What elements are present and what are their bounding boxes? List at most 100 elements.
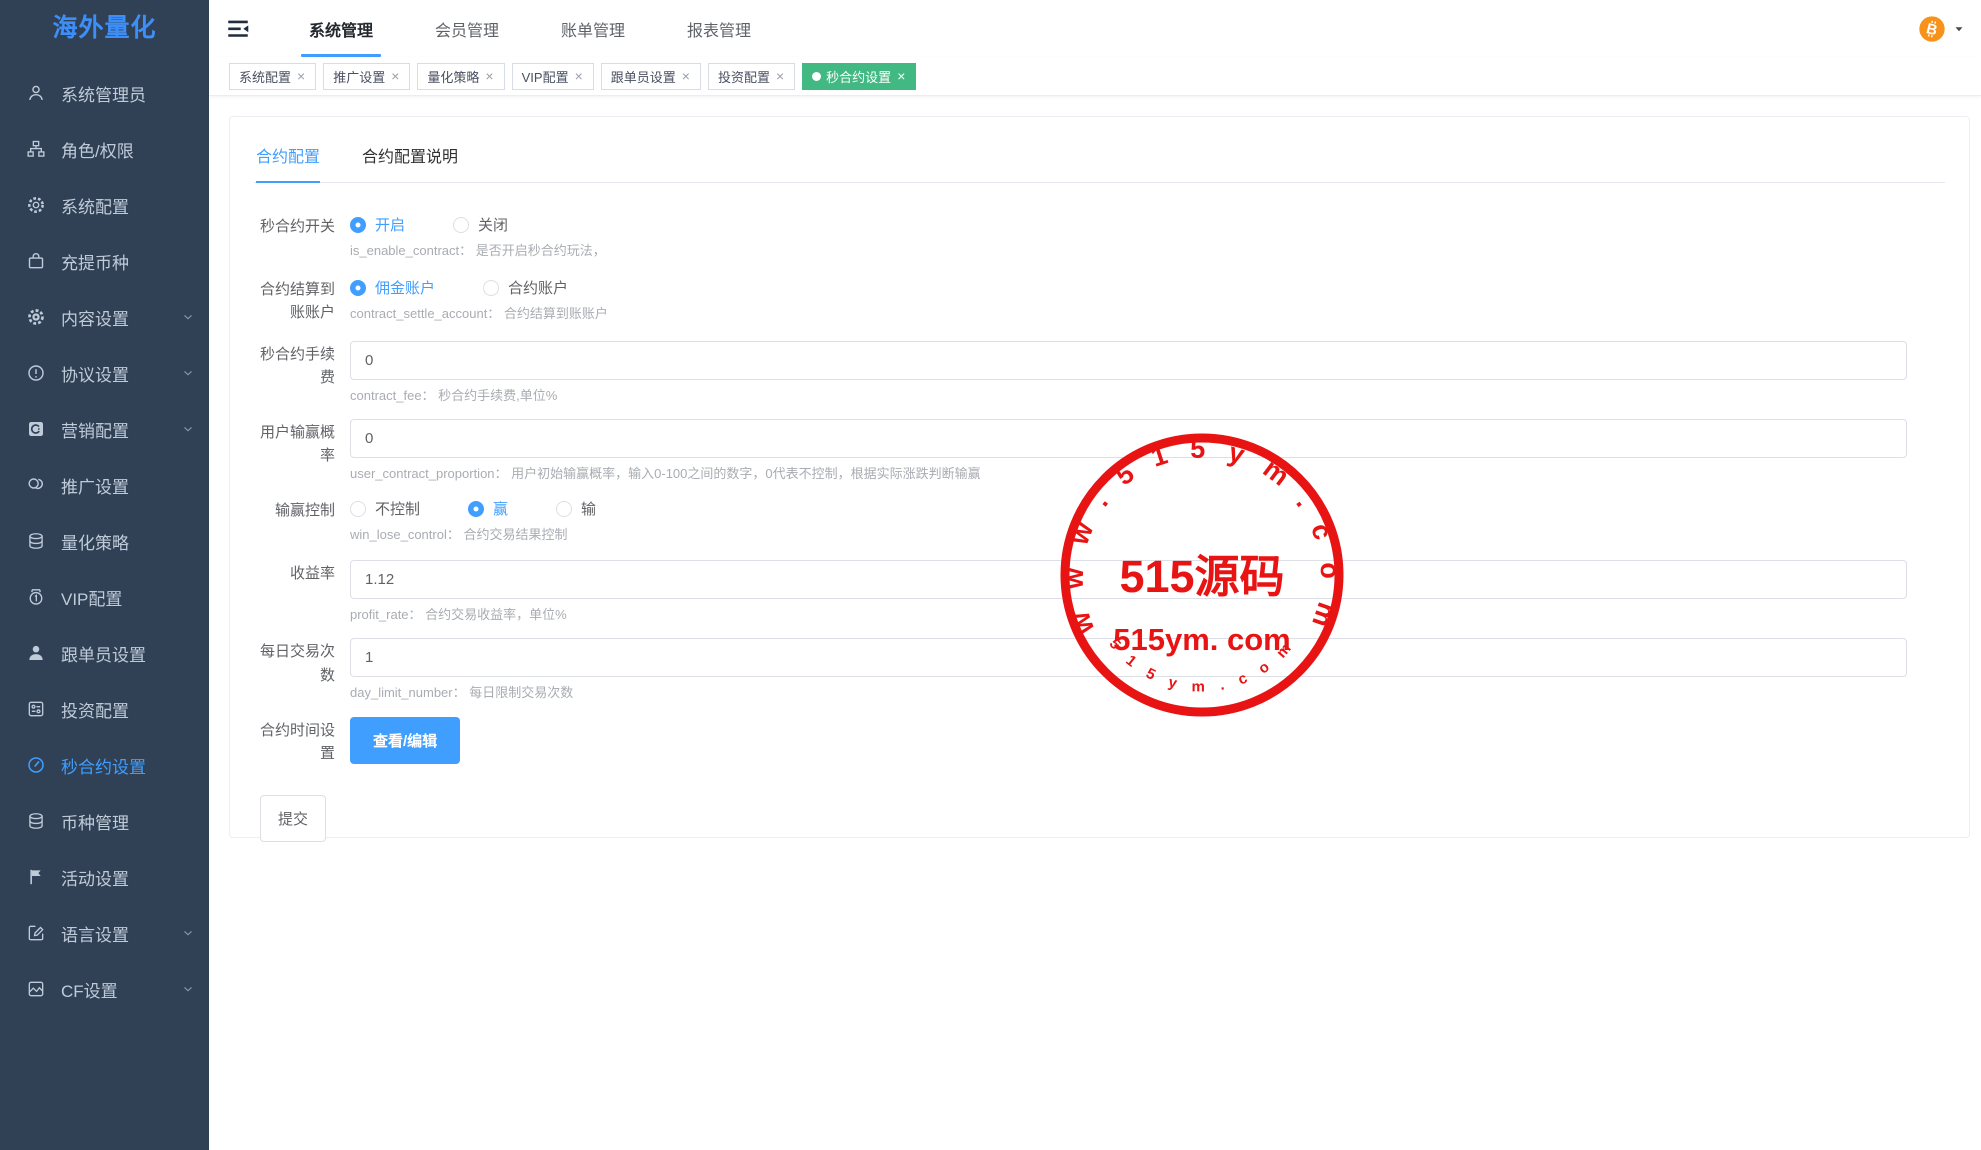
field-control-win-lose-control: 不控制赢输win_lose_control： 合约交易结果控制 <box>350 497 1907 544</box>
close-icon[interactable]: × <box>681 69 691 83</box>
view-edit-button[interactable]: 查看/编辑 <box>350 717 460 764</box>
field-control-contract-fee: contract_fee： 秒合约手续费,单位% <box>350 341 1907 405</box>
field-helper-is-enable-contract: is_enable_contract： 是否开启秒合约玩法， <box>350 242 1907 260</box>
user-menu[interactable]: B <box>1918 15 1965 43</box>
chevron-down-icon <box>181 422 195 436</box>
bitcoin-avatar-icon[interactable]: B <box>1918 15 1946 43</box>
field-label-win-lose-control: 输赢控制 <box>254 497 350 544</box>
sidebar-item-follower[interactable]: 跟单员设置 <box>0 625 209 681</box>
radio-option-开启[interactable]: 开启 <box>350 214 405 235</box>
tag-投资配置[interactable]: 投资配置× <box>708 63 795 90</box>
sitemap-icon <box>26 139 46 159</box>
chevron-down-icon <box>181 982 195 996</box>
close-icon[interactable]: × <box>775 69 785 83</box>
radio-label: 关闭 <box>478 214 508 235</box>
database-icon <box>26 531 46 551</box>
field-control-contract-settle-account: 佣金账户 合约账户 contract_settle_account： 合约结算到账账… <box>350 276 1907 325</box>
submit-button[interactable]: 提交 <box>260 795 326 842</box>
radio-group-win-lose-control: 不控制 赢 输 <box>350 497 1907 519</box>
tag-VIP配置[interactable]: VIP配置 × <box>512 63 594 90</box>
form-row-win-lose-control: 输赢控制不控制赢输win_lose_control： 合约交易结果控制 <box>254 497 1945 544</box>
info-circle-icon <box>26 363 46 383</box>
field-label-user-contract-proportion: 用户输赢概率 <box>254 419 350 483</box>
sidebar-item-marketing[interactable]: 营销配置 <box>0 401 209 457</box>
field-helper-contract-fee: contract_fee： 秒合约手续费,单位% <box>350 387 1907 405</box>
field-helper-contract-settle-account: contract_settle_account： 合约结算到账账户 <box>350 305 1907 323</box>
input-day-limit-number[interactable] <box>350 638 1907 677</box>
close-icon[interactable]: × <box>896 69 906 83</box>
sidebar-item-coins[interactable]: 充提币种 <box>0 233 209 289</box>
radio-option-佣金账户[interactable]: 佣金账户 <box>350 277 435 298</box>
caret-down-icon[interactable] <box>1953 23 1965 35</box>
cf-icon <box>26 979 46 999</box>
nav-tab-报表管理[interactable]: 报表管理 <box>671 0 767 57</box>
sidebar-item-label: 充提币种 <box>61 249 129 274</box>
tag-量化策略[interactable]: 量化策略× <box>417 63 504 90</box>
nav-tab-会员管理[interactable]: 会员管理 <box>419 0 515 57</box>
radio-option-合约账户[interactable]: 合约账户 <box>483 277 568 298</box>
input-contract-fee[interactable] <box>350 341 1907 380</box>
sidebar-collapse-icon[interactable] <box>225 16 251 42</box>
field-helper-day-limit-number: day_limit_number： 每日限制交易次数 <box>350 684 1907 702</box>
tab-合约配置[interactable]: 合约配置 <box>256 133 320 182</box>
tab-合约配置说明[interactable]: 合约配置说明 <box>362 133 458 182</box>
promote-icon <box>26 475 46 495</box>
sidebar-item-content[interactable]: 内容设置 <box>0 289 209 345</box>
tag-系统配置[interactable]: 系统配置× <box>229 63 316 90</box>
top-nav: 系统管理会员管理账单管理报表管理 <box>293 0 797 57</box>
sidebar-item-label: 营销配置 <box>61 417 129 442</box>
form-row-user-contract-proportion: 用户输赢概率user_contract_proportion： 用户初始输赢概率… <box>254 419 1945 483</box>
field-control-is-enable-contract: 开启 关闭 is_enable_contract： 是否开启秒合约玩法， <box>350 213 1907 260</box>
marketing-icon <box>26 419 46 439</box>
sidebar-item-invest[interactable]: 投资配置 <box>0 681 209 737</box>
sidebar-item-contract[interactable]: 秒合约设置 <box>0 737 209 793</box>
radio-circle-icon <box>453 217 469 233</box>
person-icon <box>26 643 46 663</box>
close-icon[interactable]: × <box>296 69 306 83</box>
content-area: 合约配置合约配置说明 秒合约开关开启关闭is_enable_contract： … <box>209 96 1981 1150</box>
sidebar-item-sys-config[interactable]: 系统配置 <box>0 177 209 233</box>
tag-跟单员设置[interactable]: 跟单员设置 × <box>601 63 701 90</box>
tag-label: VIP配置 <box>522 67 569 86</box>
tag-推广设置[interactable]: 推广设置× <box>323 63 410 90</box>
close-icon[interactable]: × <box>390 69 400 83</box>
field-helper-user-contract-proportion: user_contract_proportion： 用户初始输赢概率，输入0-1… <box>350 465 1907 483</box>
radio-option-关闭[interactable]: 关闭 <box>453 214 508 235</box>
sidebar-item-admin[interactable]: 系统管理员 <box>0 65 209 121</box>
radio-option-不控制[interactable]: 不控制 <box>350 498 420 519</box>
nav-tab-账单管理[interactable]: 账单管理 <box>545 0 641 57</box>
sidebar-item-vip[interactable]: VIP配置 <box>0 569 209 625</box>
sidebar-item-quant[interactable]: 量化策略 <box>0 513 209 569</box>
sidebar-item-currency[interactable]: 币种管理 <box>0 793 209 849</box>
radio-label: 合约账户 <box>508 277 568 298</box>
chevron-down-icon <box>181 310 195 324</box>
form-row-contract-fee: 秒合约手续费contract_fee： 秒合约手续费,单位% <box>254 341 1945 405</box>
radio-label: 赢 <box>493 498 508 519</box>
close-icon[interactable]: × <box>574 69 584 83</box>
radio-label: 输 <box>581 498 596 519</box>
close-icon[interactable]: × <box>484 69 494 83</box>
radio-circle-icon <box>350 280 366 296</box>
sidebar-item-language[interactable]: 语言设置 <box>0 905 209 961</box>
sidebar-item-label: 币种管理 <box>61 809 129 834</box>
field-label-contract-settle-account: 合约结算到账账户 <box>254 276 350 325</box>
sidebar-item-label: VIP配置 <box>61 585 122 610</box>
input-user-contract-proportion[interactable] <box>350 419 1907 458</box>
sidebar-item-label: 内容设置 <box>61 305 129 330</box>
tag-秒合约设置[interactable]: 秒合约设置× <box>802 63 916 90</box>
radio-option-输[interactable]: 输 <box>556 498 596 519</box>
sidebar-item-protocol[interactable]: 协议设置 <box>0 345 209 401</box>
tags-view-bar: 系统配置×推广设置×量化策略×VIP配置×跟单员设置×投资配置×秒合约设置× <box>209 57 1981 96</box>
tag-label: 跟单员设置 <box>611 67 676 86</box>
vip-badge-icon <box>26 587 46 607</box>
radio-option-赢[interactable]: 赢 <box>468 498 508 519</box>
sidebar-item-cf[interactable]: CF设置 <box>0 961 209 1017</box>
sidebar-item-label: 协议设置 <box>61 361 129 386</box>
sidebar-item-promotion[interactable]: 推广设置 <box>0 457 209 513</box>
sidebar-item-roles[interactable]: 角色/权限 <box>0 121 209 177</box>
input-profit-rate[interactable] <box>350 560 1907 599</box>
sidebar-item-activity[interactable]: 活动设置 <box>0 849 209 905</box>
sidebar-item-label: 投资配置 <box>61 697 129 722</box>
nav-tab-系统管理[interactable]: 系统管理 <box>293 0 389 57</box>
bag-icon <box>26 251 46 271</box>
